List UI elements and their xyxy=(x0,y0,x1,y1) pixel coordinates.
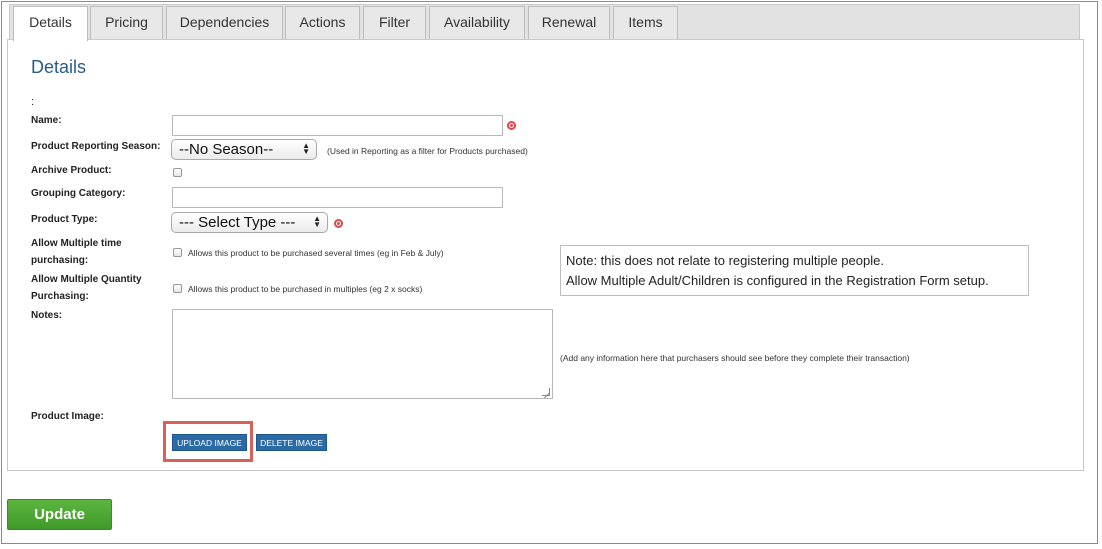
tab-renewal[interactable]: Renewal xyxy=(528,6,610,40)
tab-pricing[interactable]: Pricing xyxy=(90,6,163,40)
season-select-value: --No Season-- xyxy=(179,141,274,158)
note-line-1: Note: this does not relate to registerin… xyxy=(566,253,884,268)
grouping-input[interactable] xyxy=(172,187,503,208)
multi-qty-checkbox[interactable] xyxy=(173,284,182,293)
tab-dependencies[interactable]: Dependencies xyxy=(166,6,283,40)
multi-qty-label: Allow Multiple Quantity xyxy=(31,274,142,285)
tab-actions[interactable]: Actions xyxy=(285,6,360,40)
tab-availability[interactable]: Availability xyxy=(429,6,525,40)
season-hint: (Used in Reporting as a filter for Produ… xyxy=(327,146,528,156)
grouping-label: Grouping Category: xyxy=(31,188,126,199)
archive-label: Archive Product: xyxy=(31,165,112,176)
season-label: Product Reporting Season: xyxy=(31,141,161,152)
note-line-2: Allow Multiple Adult/Children is configu… xyxy=(566,273,989,288)
product-type-select-value: --- Select Type --- xyxy=(179,214,296,231)
multi-time-hint: Allows this product to be purchased seve… xyxy=(188,248,444,258)
name-input[interactable] xyxy=(172,115,503,136)
multi-qty-hint: Allows this product to be purchased in m… xyxy=(188,284,423,294)
season-select[interactable]: --No Season-- ▲ ▼ xyxy=(171,139,317,160)
multi-time-label: Allow Multiple time xyxy=(31,238,122,249)
notes-label: Notes: xyxy=(31,310,63,321)
upload-image-button[interactable]: UPLOAD IMAGE xyxy=(172,434,247,451)
product-type-select[interactable]: --- Select Type --- ▲ ▼ xyxy=(171,212,328,233)
select-arrows-icon: ▲ ▼ xyxy=(313,214,321,229)
tab-items[interactable]: Items xyxy=(613,6,678,40)
colon-text: : xyxy=(31,96,35,108)
resize-handle-icon[interactable] xyxy=(542,388,550,396)
select-arrows-icon: ▲ ▼ xyxy=(302,141,310,156)
notes-textarea[interactable] xyxy=(172,309,553,399)
archive-checkbox[interactable] xyxy=(173,168,182,177)
multi-time-label-2: purchasing: xyxy=(31,255,89,266)
product-type-label: Product Type: xyxy=(31,214,98,225)
product-image-label: Product Image: xyxy=(31,411,104,422)
page-title: Details xyxy=(31,57,87,77)
multi-time-checkbox[interactable] xyxy=(173,248,182,257)
required-icon xyxy=(507,121,516,130)
delete-image-button[interactable]: DELETE IMAGE xyxy=(256,434,327,451)
required-icon xyxy=(334,219,343,228)
notes-hint: (Add any information here that purchaser… xyxy=(560,353,910,363)
multi-qty-label-2: Purchasing: xyxy=(31,291,89,302)
update-button[interactable]: Update xyxy=(7,499,112,530)
name-label: Name: xyxy=(31,115,62,126)
tab-filter[interactable]: Filter xyxy=(363,6,426,40)
info-note: Note: this does not relate to registerin… xyxy=(560,245,1029,296)
tab-details[interactable]: Details xyxy=(13,6,88,41)
